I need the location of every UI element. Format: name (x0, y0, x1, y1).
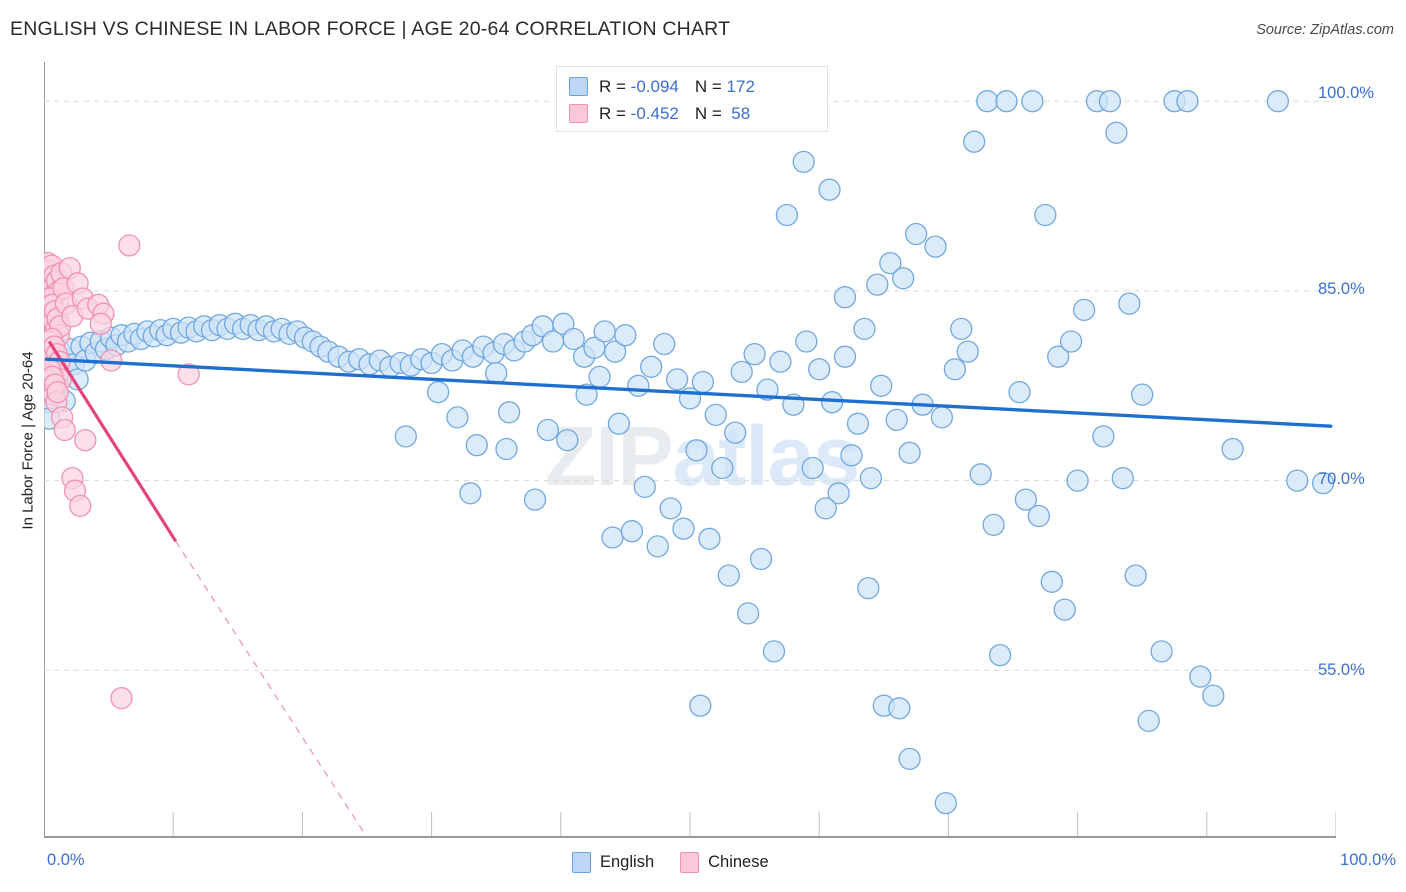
stats-chinese-r: R = -0.452 (599, 104, 679, 124)
correlation-stats-legend: R = -0.094 N = 172 R = -0.452 N = 58 (556, 66, 828, 132)
legend-entry-chinese[interactable]: Chinese (680, 852, 769, 873)
scatter-plot-area (44, 62, 1336, 836)
legend-entry-english[interactable]: English (572, 852, 654, 873)
series-points-english (44, 90, 1335, 815)
stats-chinese-r-value: -0.452 (630, 103, 679, 123)
stats-row-english: R = -0.094 N = 172 (569, 73, 817, 100)
stats-english-r-value: -0.094 (630, 76, 679, 96)
chinese-trendline-dashed (175, 540, 367, 836)
x-axis-min-label: 0.0% (47, 851, 85, 869)
y-axis-title: In Labor Force | Age 20-64 (19, 351, 37, 530)
stats-english-n-label: N = (694, 76, 722, 96)
stats-english-n: N = 172 (695, 77, 755, 97)
series-legend: English Chinese (572, 852, 769, 873)
x-axis-line (44, 836, 1336, 838)
series-points-chinese (44, 234, 200, 710)
stats-chinese-n-value: 58 (726, 103, 751, 123)
y-tick-label-100: 100.0% (1318, 84, 1374, 102)
stats-english-n-value: 172 (726, 76, 755, 96)
page-title: ENGLISH VS CHINESE IN LABOR FORCE | AGE … (10, 18, 731, 40)
plot-svg (44, 90, 1336, 836)
legend-swatch-english (572, 852, 591, 873)
stats-chinese-n: N = 58 (695, 104, 750, 124)
stats-swatch-chinese (569, 104, 588, 123)
legend-swatch-chinese (680, 852, 700, 873)
stats-english-r: R = -0.094 (599, 77, 679, 97)
stats-chinese-r-label: R = (599, 103, 626, 123)
legend-label-chinese: Chinese (708, 853, 769, 871)
chart-page: ENGLISH VS CHINESE IN LABOR FORCE | AGE … (0, 0, 1406, 892)
y-tick-label-85: 85.0% (1318, 280, 1365, 298)
x-axis-max-label: 100.0% (1340, 851, 1396, 869)
stats-swatch-english (569, 77, 588, 96)
y-tick-label-70: 70.0% (1318, 470, 1365, 488)
legend-label-english: English (600, 853, 655, 871)
stats-chinese-n-label: N = (694, 103, 722, 123)
stats-row-chinese: R = -0.452 N = 58 (569, 100, 817, 127)
y-tick-label-55: 55.0% (1318, 661, 1365, 679)
x-axis-ticks (172, 812, 1336, 836)
source-label: Source: ZipAtlas.com (1256, 22, 1394, 38)
stats-english-r-label: R = (599, 76, 626, 96)
